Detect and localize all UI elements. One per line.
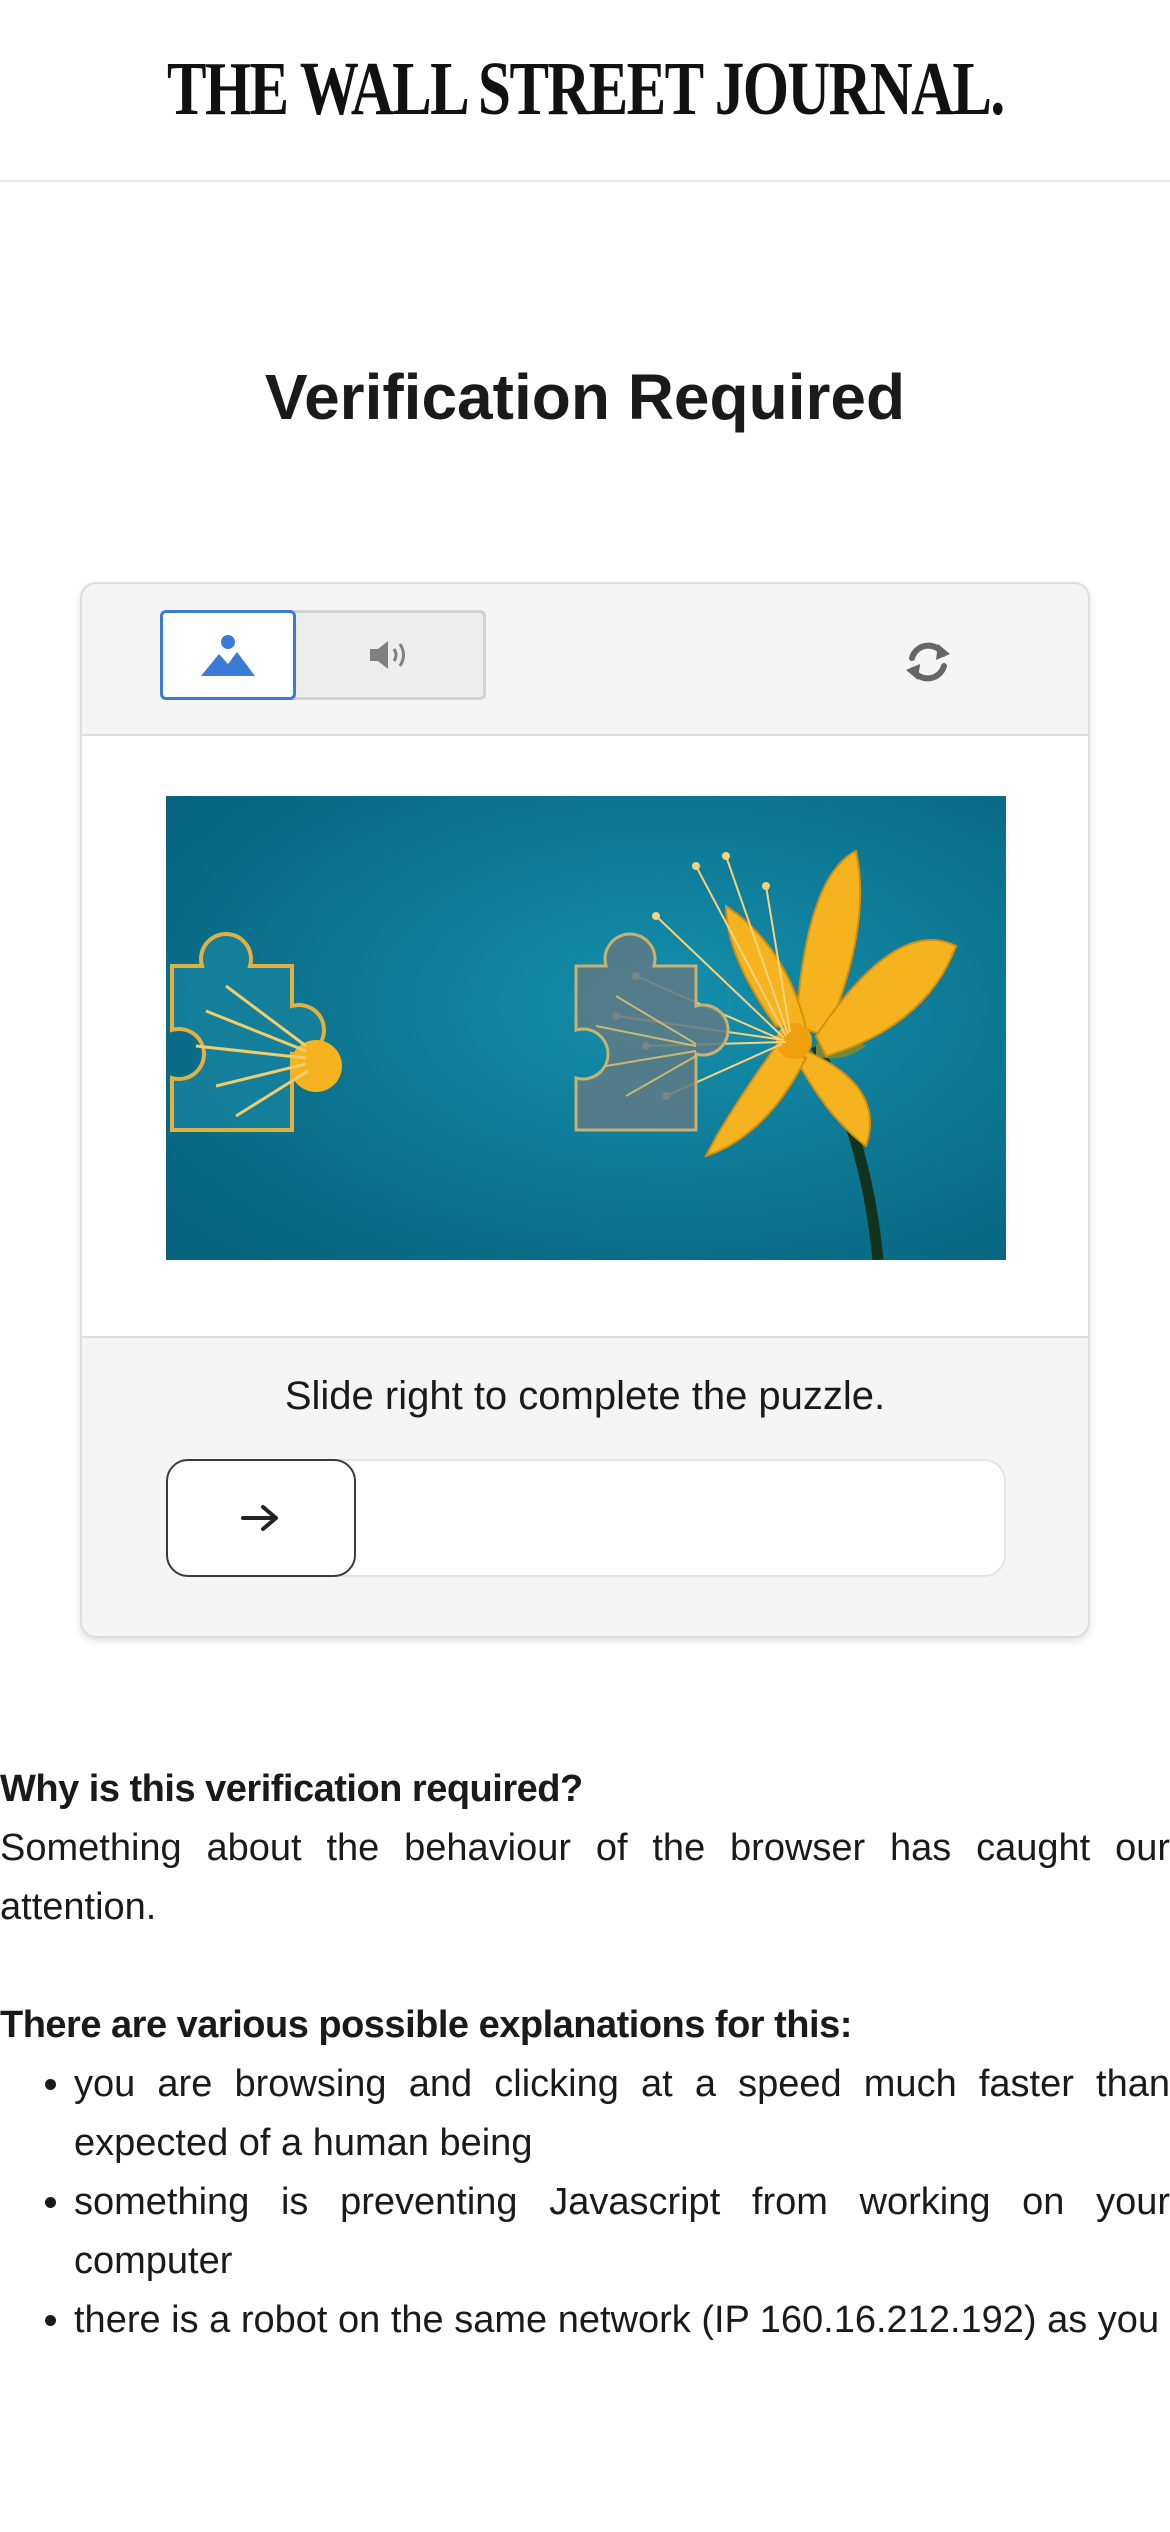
image-mode-button[interactable]	[160, 610, 296, 700]
why-heading: Why is this verification required?	[0, 1768, 583, 1810]
refresh-button[interactable]	[892, 626, 964, 698]
why-text: Something about the behaviour of the bro…	[0, 1827, 1170, 1928]
verification-info: Why is this verification required? Somet…	[0, 1760, 1170, 2350]
audio-mode-button[interactable]	[296, 610, 486, 700]
refresh-icon	[906, 642, 950, 682]
captcha-widget: Slide right to complete the puzzle.	[80, 582, 1090, 1638]
image-mountain-icon	[201, 635, 255, 676]
masthead: THE WALL STREET JOURNAL.	[0, 0, 1170, 182]
explanations-list: you are browsing and clicking at a speed…	[0, 2055, 1170, 2350]
captcha-mode-toggle	[160, 610, 486, 700]
list-item: you are browsing and clicking at a speed…	[74, 2055, 1170, 2173]
wsj-logo: THE WALL STREET JOURNAL.	[166, 46, 1005, 131]
puzzle-image	[166, 796, 1006, 1260]
speaker-icon	[370, 641, 405, 669]
page-title: Verification Required	[264, 361, 906, 433]
slider-handle[interactable]	[166, 1459, 356, 1577]
captcha-toolbar	[82, 584, 1088, 736]
arrow-right-icon	[241, 1505, 278, 1531]
puzzle-area	[82, 736, 1088, 1338]
slide-instruction: Slide right to complete the puzzle.	[284, 1374, 886, 1418]
explanations-heading: There are various possible explanations …	[0, 2004, 852, 2046]
list-item: there is a robot on the same network (IP…	[74, 2291, 1170, 2350]
list-item: something is preventing Javascript from …	[74, 2173, 1170, 2291]
